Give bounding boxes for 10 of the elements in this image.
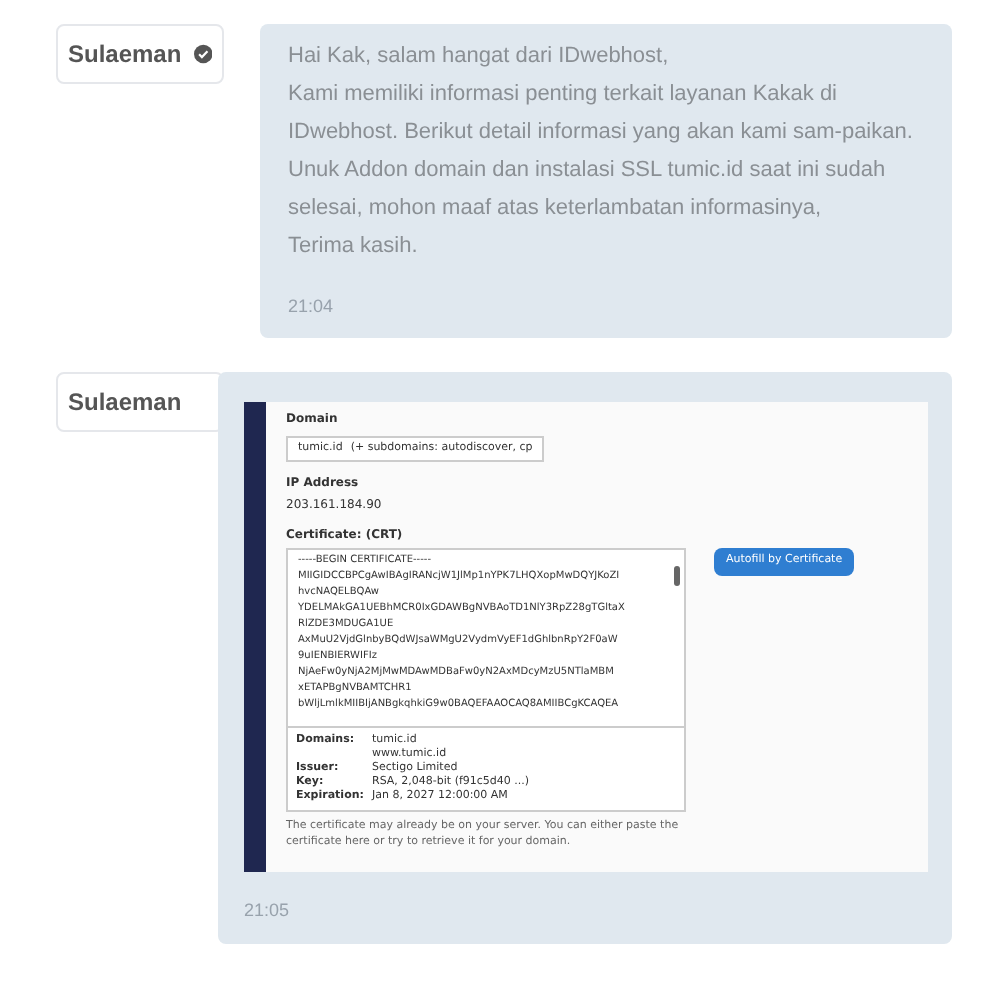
message-time: 21:04 — [288, 294, 336, 320]
scrollbar-thumb — [674, 565, 680, 585]
message-text: Hai Kak, salam hangat dari IDwebhost, — [288, 42, 671, 72]
sender-name: Sulaeman — [68, 385, 182, 419]
message-text: Kami memiliki informasi penting terkait layanan Kakak di IDwebhost. Berikut detail informasi yang akan kami sam-paikan. — [288, 80, 915, 148]
message-text: Terima kasih. — [288, 232, 420, 262]
message-time: 21:05 — [244, 897, 292, 923]
message-text: Unuk Addon domain dan instalasi SSL tumic.id saat ini sudah selesai, mohon maaf atas keterlambatan informasinya, — [288, 156, 888, 224]
certificate-textarea[interactable] — [286, 547, 686, 727]
sender-name: Sulaeman — [68, 38, 182, 72]
